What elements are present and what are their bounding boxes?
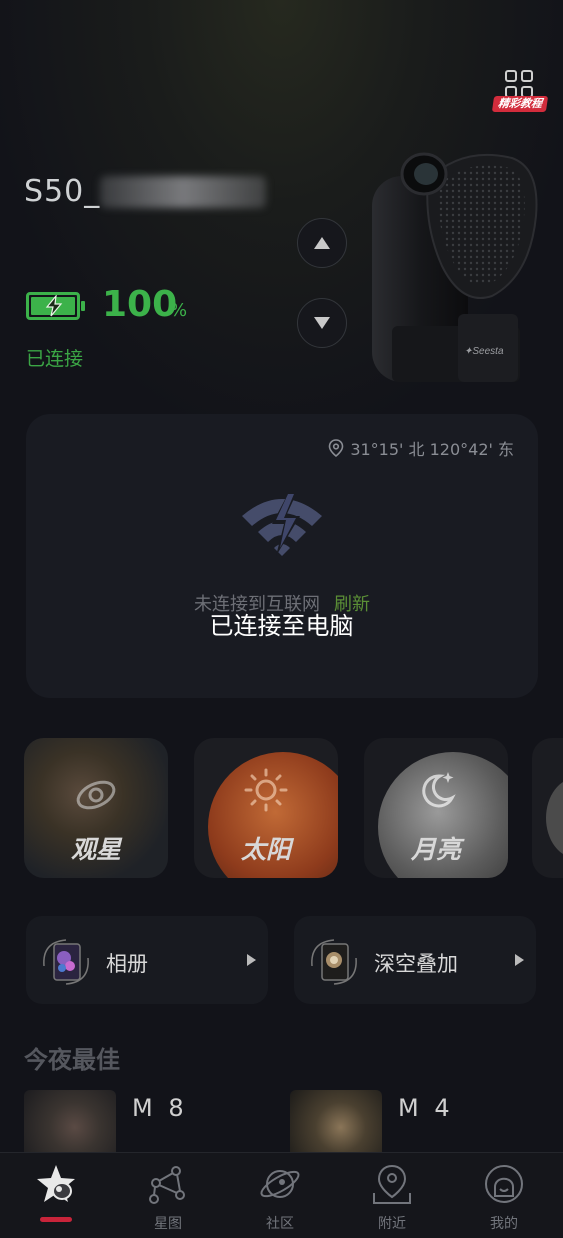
moon-icon: [422, 772, 456, 808]
battery-unit: %: [170, 300, 188, 321]
map-pin-icon: [373, 1164, 411, 1204]
constellation-icon: [149, 1166, 185, 1204]
mode-moon[interactable]: 月亮: [364, 738, 508, 878]
scroll-up-button[interactable]: [297, 218, 347, 268]
connection-status: 已连接: [26, 348, 84, 370]
galaxy-icon: [76, 780, 116, 810]
battery-percentage: 100: [102, 284, 178, 325]
sun-icon: [244, 768, 288, 812]
stacking-label: 深空叠加: [374, 952, 458, 976]
location-text: 31°15' 北 120°42' 东: [350, 440, 514, 459]
chevron-right-icon: [515, 954, 524, 966]
chevron-right-icon: [247, 954, 256, 966]
location-readout: 31°15' 北 120°42' 东: [328, 436, 514, 460]
bottom-tab-bar: 星图 社区 附近 我的: [0, 1152, 563, 1238]
tab-community[interactable]: 社区: [224, 1153, 336, 1238]
telescope-star-icon: [37, 1165, 75, 1202]
deep-sky-stacking-button[interactable]: 深空叠加: [294, 916, 536, 1004]
device-name: S50_: [24, 174, 101, 209]
tab-label: 附近: [378, 1216, 406, 1232]
mode-label: 太阳: [240, 835, 291, 864]
svg-text:✦Seesta: ✦Seesta: [464, 346, 504, 357]
object-image: [24, 1090, 116, 1152]
tab-nearby[interactable]: 附近: [336, 1153, 448, 1238]
toast-message: 已连接至电脑: [209, 612, 354, 640]
tab-label: 星图: [154, 1216, 182, 1232]
album-thumbnail: [43, 939, 89, 985]
object-name: M 4: [398, 1094, 454, 1122]
album-label: 相册: [106, 952, 148, 976]
network-status-card: 31°15' 北 120°42' 东 未连接到互联网 刷新: [26, 414, 538, 698]
profile-icon: [485, 1165, 523, 1203]
triangle-down-icon: [314, 317, 330, 329]
tab-home[interactable]: [0, 1153, 112, 1238]
mode-label: 月亮: [410, 835, 461, 864]
device-name-redaction: [100, 176, 266, 208]
object-name: M 8: [132, 1094, 188, 1122]
tab-label: 社区: [266, 1216, 294, 1232]
telescope-image: ✦Seesta: [372, 152, 538, 382]
scroll-down-button[interactable]: [297, 298, 347, 348]
tab-star-map[interactable]: 星图: [112, 1153, 224, 1238]
tab-label: 我的: [490, 1216, 518, 1232]
planet-icon: [260, 1170, 300, 1198]
tutorial-label: 精彩教程: [491, 96, 549, 112]
mode-next-partial[interactable]: [532, 738, 563, 878]
grid-icon: [505, 70, 535, 98]
object-image: [290, 1090, 382, 1152]
triangle-up-icon: [314, 237, 330, 249]
stacking-thumbnail: [311, 939, 357, 985]
battery-icon: [26, 292, 85, 320]
mode-stargazing[interactable]: 观星: [24, 738, 168, 878]
mode-sun[interactable]: 太阳: [194, 738, 338, 878]
tab-me[interactable]: 我的: [448, 1153, 560, 1238]
tab-active-indicator: [40, 1217, 72, 1222]
mode-label: 观星: [70, 835, 121, 864]
best-tonight-title: 今夜最佳: [24, 1046, 120, 1074]
wifi-disconnected-icon: [242, 490, 322, 556]
location-pin-icon: [329, 439, 344, 457]
album-button[interactable]: 相册: [26, 916, 268, 1004]
tutorial-button[interactable]: 精彩教程: [491, 68, 549, 114]
